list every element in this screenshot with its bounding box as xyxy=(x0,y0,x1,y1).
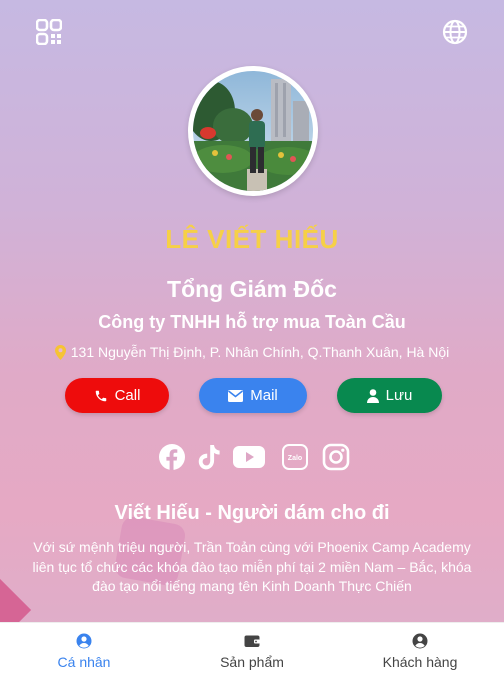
about-text: Với sứ mệnh triệu người, Trần Toản cùng … xyxy=(32,539,472,594)
social-links: Zalo xyxy=(0,443,504,473)
envelope-icon xyxy=(228,389,244,402)
globe-icon[interactable] xyxy=(442,19,468,45)
zalo-label: Zalo xyxy=(288,455,302,462)
tiktok-icon[interactable] xyxy=(196,443,224,471)
tab-personal[interactable]: Cá nhân xyxy=(0,623,168,684)
phone-icon xyxy=(95,390,106,401)
mail-button[interactable]: Mail xyxy=(199,378,307,413)
address[interactable]: 131 Nguyễn Thị Định, P. Nhân Chính, Q.Th… xyxy=(0,344,504,360)
address-text: 131 Nguyễn Thị Định, P. Nhân Chính, Q.Th… xyxy=(70,344,450,360)
mail-button-label: Mail xyxy=(250,387,278,404)
facebook-icon[interactable] xyxy=(158,443,186,471)
instagram-icon[interactable] xyxy=(322,443,350,471)
save-button-label: Lưu xyxy=(385,387,413,404)
avatar xyxy=(188,66,318,196)
company-name: Công ty TNHH hỗ trợ mua Toàn Cầu xyxy=(98,312,406,332)
user-circle-icon xyxy=(76,633,92,649)
about-heading: Viết Hiếu - Người dám cho đi xyxy=(114,502,390,524)
location-pin-icon xyxy=(54,344,66,360)
youtube-icon[interactable] xyxy=(233,443,265,471)
avatar-photo xyxy=(193,71,313,191)
tab-customers[interactable]: Khách hàng xyxy=(336,623,504,684)
tab-customers-label: Khách hàng xyxy=(382,654,458,670)
call-button[interactable]: Call xyxy=(65,378,169,413)
job-title: Tổng Giám Đốc xyxy=(167,276,337,302)
profile-name: LÊ VIẾT HIẾU xyxy=(165,224,339,254)
profile-card: LÊ VIẾT HIẾU Tổng Giám Đốc Công ty TNHH … xyxy=(0,0,504,684)
tab-products-label: Sản phẩm xyxy=(220,654,284,670)
call-button-label: Call xyxy=(114,387,141,404)
wallet-icon xyxy=(244,635,260,647)
bottom-tab-bar: Cá nhân Sản phẩm Khách hàng xyxy=(0,622,504,684)
qr-code-icon[interactable] xyxy=(36,19,62,45)
user-circle-icon xyxy=(412,633,428,649)
zalo-icon[interactable]: Zalo xyxy=(282,444,308,470)
tab-personal-label: Cá nhân xyxy=(57,654,111,670)
save-contact-button[interactable]: Lưu xyxy=(337,378,442,413)
user-icon xyxy=(366,388,379,403)
tab-products[interactable]: Sản phẩm xyxy=(168,623,336,684)
